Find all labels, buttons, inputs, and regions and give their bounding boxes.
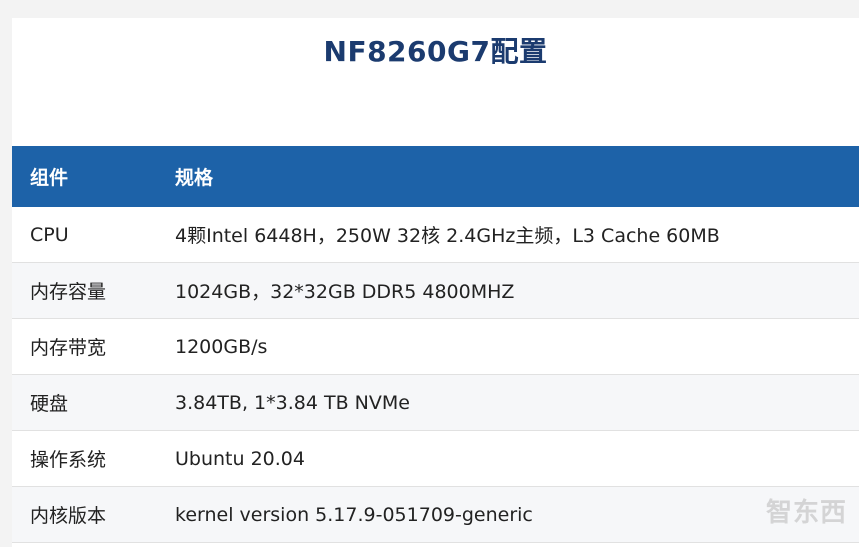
cell-component: CPU <box>30 223 69 246</box>
table-row: 内存容量 1024GB，32*32GB DDR5 4800MHZ <box>12 263 859 319</box>
cell-component: 内存带宽 <box>30 337 107 359</box>
spec-table: 组件 规格 CPU 4颗Intel 6448H，250W 32核 2.4GHz主… <box>12 146 859 543</box>
cell-spec: kernel version 5.17.9-051709-generic <box>175 503 533 526</box>
header-spec: 规格 <box>175 167 214 189</box>
spec-card: NF8260G7配置 组件 规格 CPU 4颗Intel 6448H，250W … <box>12 18 859 547</box>
cell-spec: 4颗Intel 6448H，250W 32核 2.4GHz主频，L3 Cache… <box>175 225 720 247</box>
cell-spec: 1024GB，32*32GB DDR5 4800MHZ <box>175 281 515 303</box>
cell-spec: 1200GB/s <box>175 335 268 358</box>
table-row: 内核版本 kernel version 5.17.9-051709-generi… <box>12 487 859 543</box>
table-row: CPU 4颗Intel 6448H，250W 32核 2.4GHz主频，L3 C… <box>12 207 859 263</box>
watermark-text: 智东西 <box>765 498 847 528</box>
cell-component: 内存容量 <box>30 281 107 303</box>
page-title: NF8260G7配置 <box>323 35 548 68</box>
cell-spec: 3.84TB, 1*3.84 TB NVMe <box>175 391 410 414</box>
cell-spec: Ubuntu 20.04 <box>175 447 305 470</box>
cell-component: 硬盘 <box>30 393 69 415</box>
table-header: 组件 规格 <box>12 146 859 207</box>
cell-component: 内核版本 <box>30 505 107 527</box>
watermark-logo: 智东西 <box>766 492 847 529</box>
table-body: CPU 4颗Intel 6448H，250W 32核 2.4GHz主频，L3 C… <box>12 207 859 543</box>
cell-component: 操作系统 <box>30 449 107 471</box>
table-row: 操作系统 Ubuntu 20.04 <box>12 431 859 487</box>
header-component: 组件 <box>30 167 69 189</box>
table-row: 硬盘 3.84TB, 1*3.84 TB NVMe <box>12 375 859 431</box>
table-row: 内存带宽 1200GB/s <box>12 319 859 375</box>
